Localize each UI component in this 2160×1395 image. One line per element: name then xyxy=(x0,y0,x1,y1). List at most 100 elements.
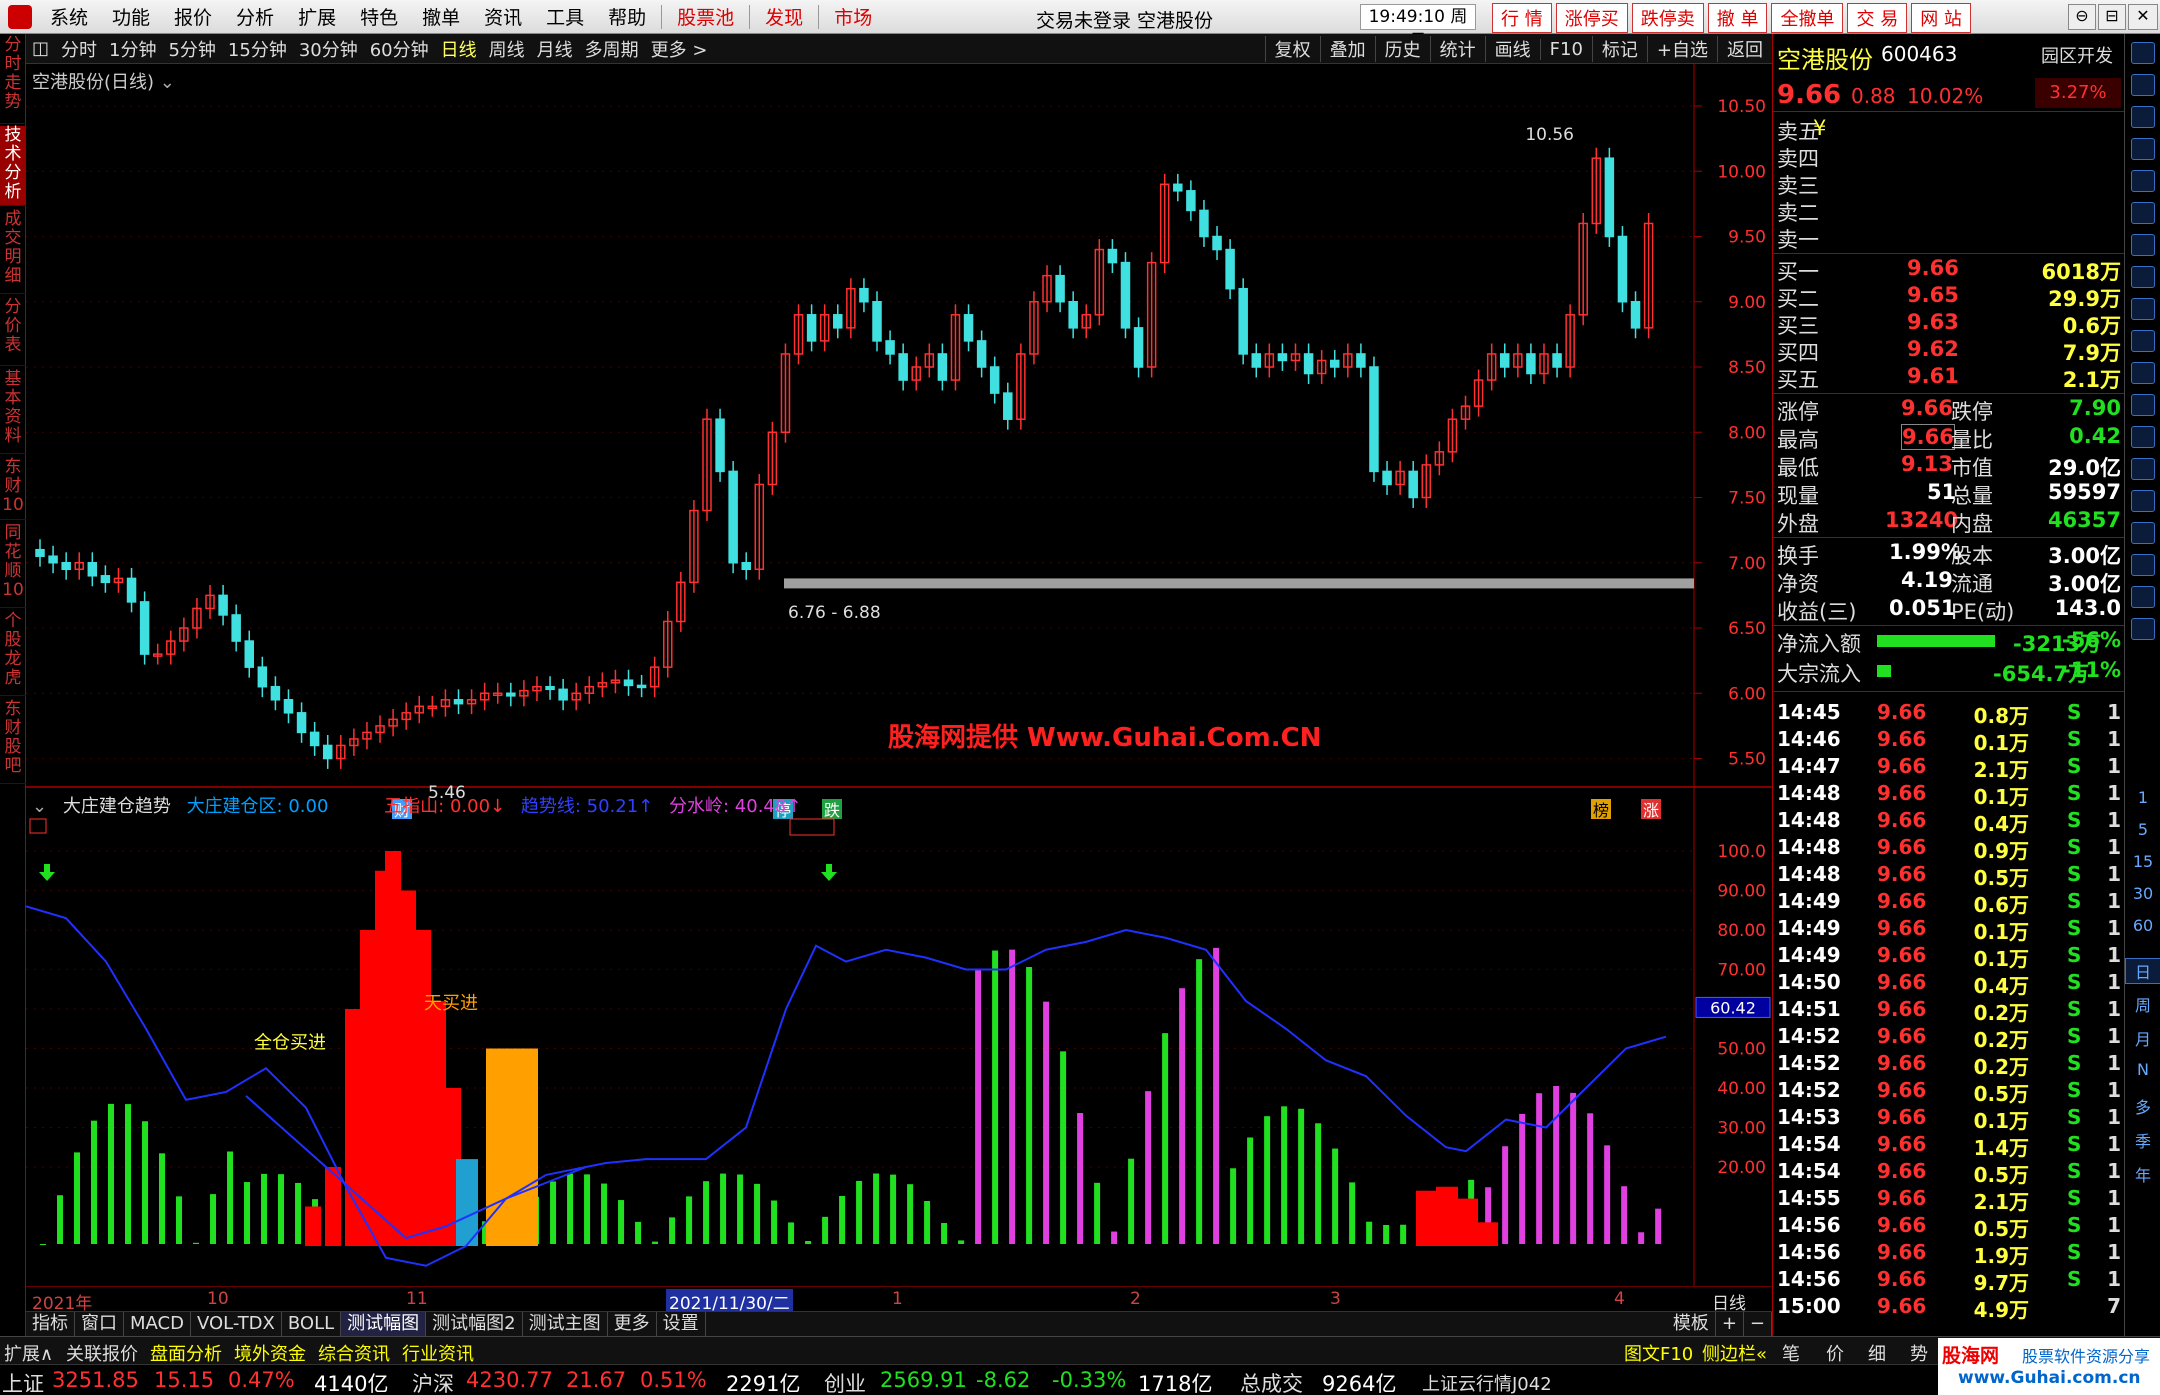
period-5min[interactable]: 5分钟 xyxy=(162,36,221,62)
home-icon[interactable] xyxy=(2131,42,2155,64)
website-button[interactable]: 网 站 xyxy=(1911,3,1971,33)
indicator-name[interactable]: 大庄建仓趋势 xyxy=(63,796,171,817)
sidebar-toggle[interactable]: 侧边栏« xyxy=(1702,1340,1767,1366)
tab-basic-info[interactable]: 基本资料 xyxy=(0,370,26,454)
tab-settings[interactable]: 设置 xyxy=(657,1312,706,1336)
cursor-icon[interactable] xyxy=(2131,490,2155,512)
cancel-order-button[interactable]: 撤 单 xyxy=(1707,3,1768,33)
period-15min[interactable]: 15分钟 xyxy=(222,36,293,62)
quote-button[interactable]: 行 情 xyxy=(1492,3,1552,33)
period-month[interactable]: 月 xyxy=(2125,1026,2160,1050)
period-1min[interactable]: 1分钟 xyxy=(103,36,162,62)
toolbar-toggle-icon[interactable]: ◫ xyxy=(26,38,55,59)
period-year[interactable]: 年 xyxy=(2125,1162,2160,1186)
extend-toggle[interactable]: 扩展∧ xyxy=(4,1340,53,1366)
tab-window[interactable]: 窗口 xyxy=(75,1312,124,1336)
menu-help[interactable]: 帮助 xyxy=(596,3,658,30)
period-1[interactable]: 1 xyxy=(2125,788,2160,807)
period-60min[interactable]: 60分钟 xyxy=(364,36,435,62)
index-name[interactable]: 沪深 xyxy=(412,1368,454,1395)
detail-tab[interactable]: 细 xyxy=(1868,1340,1886,1366)
maximize-icon[interactable]: ⊟ xyxy=(2098,4,2126,30)
tab-price-table[interactable]: 分价表 xyxy=(0,298,26,366)
menu-market[interactable]: 市场 xyxy=(822,3,884,30)
history-button[interactable]: 历史 xyxy=(1374,36,1430,62)
period-15[interactable]: 15 xyxy=(2125,852,2160,871)
limit-down-sell-button[interactable]: 跌停卖 xyxy=(1631,3,1704,33)
index-name[interactable]: 上证 xyxy=(2,1368,44,1395)
index-name[interactable]: 创业 xyxy=(824,1368,866,1395)
menu-feature[interactable]: 特色 xyxy=(348,3,410,30)
tab-indicator[interactable]: 指标 xyxy=(26,1312,75,1336)
tab-eastmoney10[interactable]: 东财10 xyxy=(0,458,26,520)
trade-button[interactable]: 交 易 xyxy=(1847,3,1908,33)
tab-guba[interactable]: 东财股吧 xyxy=(0,700,26,784)
stats-button[interactable]: 统计 xyxy=(1429,36,1485,62)
table-icon[interactable] xyxy=(2131,170,2155,192)
kline-chart[interactable]: 10.50 10.00 9.50 9.00 8.50 8.00 7.50 7.00 6.50 6.… xyxy=(26,64,1772,1286)
menu-tools[interactable]: 工具 xyxy=(534,3,596,30)
template-button[interactable]: 模板 xyxy=(1667,1312,1716,1336)
minimize-icon[interactable]: ⊖ xyxy=(2068,4,2096,30)
down-icon[interactable] xyxy=(2131,106,2155,128)
tab-timeshare[interactable]: 分时走势 xyxy=(0,36,26,124)
period-weekly[interactable]: 周线 xyxy=(483,36,531,62)
add-watchlist-button[interactable]: +自选 xyxy=(1646,36,1717,62)
tab-test-sub2[interactable]: 测试幅图2 xyxy=(426,1312,523,1336)
limit-up-buy-button[interactable]: 涨停买 xyxy=(1555,3,1628,33)
move-icon[interactable] xyxy=(2131,586,2155,608)
tab-test-sub[interactable]: 测试幅图 xyxy=(341,1312,427,1336)
tab-ths10[interactable]: 同花顺10 xyxy=(0,524,26,608)
tab-test-main[interactable]: 测试主图 xyxy=(523,1312,608,1336)
trend-tab[interactable]: 势 xyxy=(1910,1340,1928,1366)
menu-news[interactable]: 资讯 xyxy=(472,3,534,30)
tab-vol-tdx[interactable]: VOL-TDX xyxy=(191,1312,282,1336)
tab-technical[interactable]: 技术分析 xyxy=(0,126,26,206)
pen-icon[interactable] xyxy=(2131,618,2155,640)
f10-text-button[interactable]: 图文F10 xyxy=(1624,1340,1693,1366)
period-week[interactable]: 周 xyxy=(2125,992,2160,1016)
cancel-all-button[interactable]: 全撤单 xyxy=(1771,3,1844,33)
f10-button[interactable]: F10 xyxy=(1539,38,1592,60)
period-timeshare[interactable]: 分时 xyxy=(55,36,103,62)
period-n[interactable]: N xyxy=(2125,1060,2160,1079)
period-60[interactable]: 60 xyxy=(2125,916,2160,935)
tab-more[interactable]: 更多 xyxy=(608,1312,657,1336)
draw-button[interactable]: 画线 xyxy=(1484,36,1540,62)
info-icon[interactable] xyxy=(2131,362,2155,384)
tab-boll[interactable]: BOLL xyxy=(282,1312,342,1336)
period-monthly[interactable]: 月线 xyxy=(531,36,579,62)
chart-icon[interactable] xyxy=(2131,426,2155,448)
tab-macd[interactable]: MACD xyxy=(124,1312,191,1336)
indicator-collapse-icon[interactable]: ⌄ xyxy=(32,796,47,817)
menu-extend[interactable]: 扩展 xyxy=(286,3,348,30)
period-multi[interactable]: 多 xyxy=(2125,1094,2160,1118)
grid-icon[interactable] xyxy=(2131,330,2155,352)
period-30[interactable]: 30 xyxy=(2125,884,2160,903)
tab-dragon-tiger[interactable]: 个股龙虎 xyxy=(0,612,26,696)
remove-pane-button[interactable]: − xyxy=(1744,1312,1772,1336)
tab-trade-detail[interactable]: 成交明细 xyxy=(0,210,26,294)
menu-discover[interactable]: 发现 xyxy=(753,3,815,30)
f2-icon[interactable] xyxy=(2131,394,2155,416)
adjust-button[interactable]: 复权 xyxy=(1264,36,1320,62)
period-more[interactable]: 更多 > xyxy=(645,36,714,62)
rsi-icon[interactable] xyxy=(2131,522,2155,544)
close-icon[interactable]: ✕ xyxy=(2128,4,2158,30)
mark-button[interactable]: 标记 xyxy=(1591,36,1647,62)
window-icon[interactable] xyxy=(2131,266,2155,288)
calc-icon[interactable] xyxy=(2131,554,2155,576)
tick-tab[interactable]: 笔 xyxy=(1782,1340,1800,1366)
back-button[interactable]: 返回 xyxy=(1717,36,1772,62)
foreign-fund-tab[interactable]: 境外资金 xyxy=(234,1340,306,1366)
menu-cancel[interactable]: 撤单 xyxy=(410,3,472,30)
market-analysis-tab[interactable]: 盘面分析 xyxy=(150,1340,222,1366)
kline-icon[interactable] xyxy=(2131,234,2155,256)
period-season[interactable]: 季 xyxy=(2125,1128,2160,1152)
period-30min[interactable]: 30分钟 xyxy=(293,36,364,62)
period-day[interactable]: 日 xyxy=(2125,958,2160,984)
related-quote-tab[interactable]: 关联报价 xyxy=(66,1340,138,1366)
overlay-button[interactable]: 叠加 xyxy=(1319,36,1375,62)
list-icon[interactable] xyxy=(2131,138,2155,160)
period-daily[interactable]: 日线 xyxy=(435,36,483,62)
